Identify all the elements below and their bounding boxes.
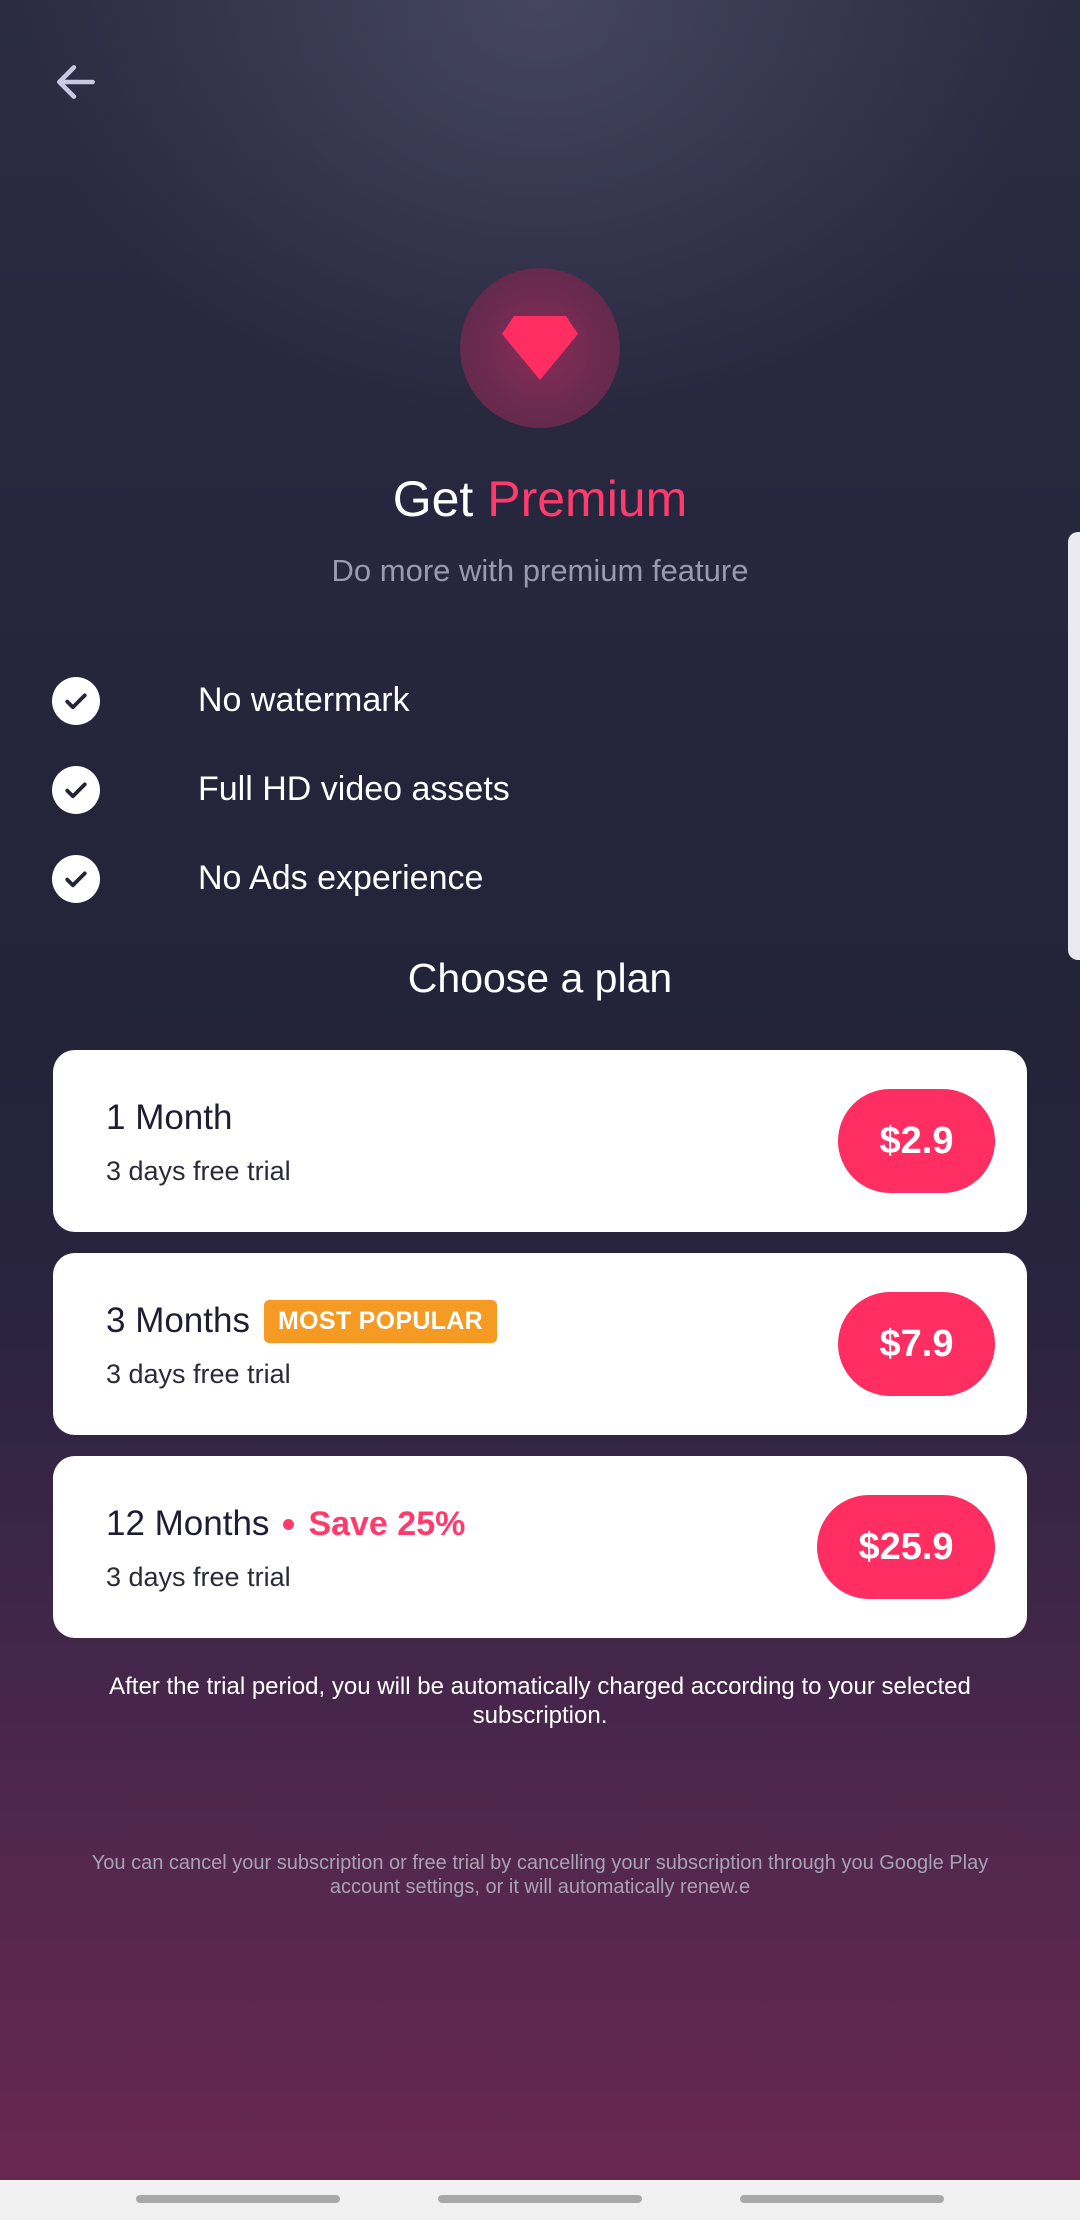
price-button[interactable]: $25.9 <box>817 1495 995 1599</box>
check-icon <box>52 854 100 903</box>
trial-note: After the trial period, you will be auto… <box>109 1673 971 1729</box>
save-label: Save 25% <box>308 1504 466 1543</box>
page-title: Get Premium <box>0 470 1080 528</box>
plan-name-row: 12 Months Save 25% <box>106 1500 465 1548</box>
plan-name-row: 1 Month <box>106 1094 232 1142</box>
scrollbar[interactable] <box>1068 532 1080 960</box>
plans-heading: Choose a plan <box>407 955 673 1001</box>
plan-name: 12 Months <box>106 1504 270 1543</box>
plan-name: 1 Month <box>106 1098 233 1137</box>
plan-card-3-months[interactable]: 3 Months MOST POPULAR 3 days free trial … <box>53 1253 1027 1435</box>
title-accent: Premium <box>487 471 688 527</box>
nav-pill[interactable] <box>438 2195 642 2203</box>
check-icon <box>52 765 100 814</box>
back-button[interactable] <box>46 52 106 112</box>
plan-trial: 3 days free trial <box>106 1156 291 1186</box>
check-icon <box>52 676 100 725</box>
system-nav-bar <box>0 2180 1080 2220</box>
page-subtitle: Do more with premium feature <box>331 553 749 588</box>
plan-trial: 3 days free trial <box>106 1359 291 1389</box>
plan-name: 3 Months <box>106 1301 250 1340</box>
fine-print: You can cancel your subscription or free… <box>91 1852 989 1898</box>
price-button[interactable]: $2.9 <box>838 1089 995 1193</box>
nav-pill[interactable] <box>740 2195 944 2203</box>
feature-list: No watermark Full HD video assets No Ads… <box>52 656 1032 923</box>
plan-trial: 3 days free trial <box>106 1562 291 1592</box>
nav-pill[interactable] <box>136 2195 340 2203</box>
feature-label: No watermark <box>198 681 410 719</box>
bullet-dot <box>283 1518 295 1530</box>
feature-label: No Ads experience <box>198 859 484 897</box>
feature-item: No Ads experience <box>52 834 1032 923</box>
most-popular-badge: MOST POPULAR <box>263 1299 497 1343</box>
feature-item: Full HD video assets <box>52 745 1032 834</box>
plan-card-1-month[interactable]: 1 Month 3 days free trial $2.9 <box>53 1050 1027 1232</box>
plan-card-12-months[interactable]: 12 Months Save 25% 3 days free trial $25… <box>53 1456 1027 1638</box>
feature-label: Full HD video assets <box>198 770 510 808</box>
diamond-icon <box>502 316 578 380</box>
arrow-left-icon <box>57 65 95 99</box>
premium-badge <box>460 268 620 428</box>
premium-screen: Get Premium Do more with premium feature… <box>0 0 1080 2180</box>
title-prefix: Get <box>392 471 474 527</box>
plan-name-row: 3 Months MOST POPULAR <box>106 1297 497 1345</box>
feature-item: No watermark <box>52 656 1032 745</box>
price-button[interactable]: $7.9 <box>838 1292 995 1396</box>
